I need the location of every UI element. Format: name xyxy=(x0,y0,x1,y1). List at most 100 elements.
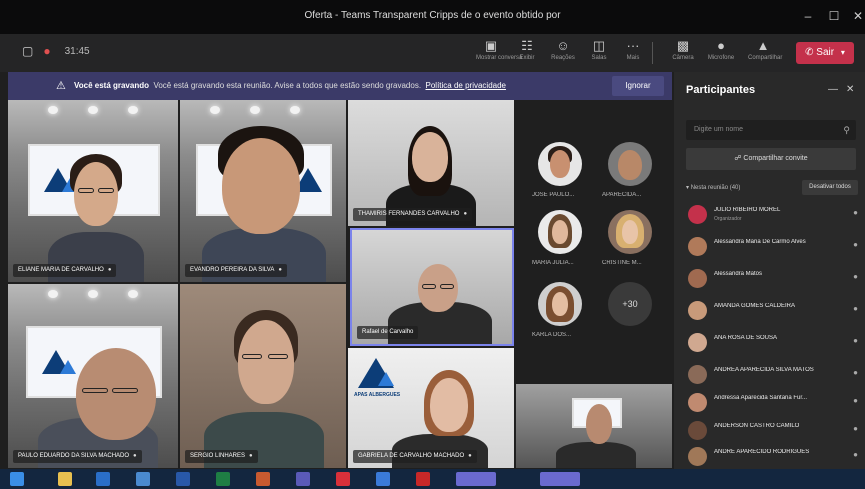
participant-name: GABRIELA DE CARVALHO MACHADO xyxy=(358,453,465,459)
participant-row[interactable]: AMANDA GOMES CALDEIRA ● xyxy=(686,298,864,324)
mic-icon: ● xyxy=(249,453,253,459)
participant-row[interactable]: ANA ROSA DE SOUSA ● xyxy=(686,330,864,356)
participant-name: Alessandra Maria De Carmo Alves xyxy=(714,239,806,245)
person-head xyxy=(74,162,118,226)
participant-name: KARLA DOS... xyxy=(532,332,572,338)
more-button[interactable]: ··· Mais xyxy=(618,38,648,68)
start-icon[interactable] xyxy=(10,472,24,486)
participant-avatar[interactable] xyxy=(538,282,582,326)
minimize-button[interactable]: – xyxy=(800,8,816,24)
share-button[interactable]: ☷ Exibir xyxy=(512,38,542,68)
screen-share-button[interactable]: ▲ Compartilhar xyxy=(748,38,782,68)
video-tile[interactable]: ELIANE MARIA DE CARVALHO ● xyxy=(8,100,178,282)
camera-button[interactable]: ▩ Câmera xyxy=(668,38,698,68)
glasses xyxy=(242,354,262,359)
participant-avatar[interactable] xyxy=(608,210,652,254)
glasses xyxy=(98,188,114,193)
person-head xyxy=(412,132,448,182)
participant-name-label: Rafael de Carvalho xyxy=(357,326,419,339)
participant-name: CRISTINE M... xyxy=(602,260,642,266)
video-tile-active-speaker[interactable]: Rafael de Carvalho xyxy=(350,228,514,346)
edge-icon[interactable] xyxy=(96,472,110,486)
section-label: Nesta reunião (40) xyxy=(690,185,741,191)
participant-row[interactable]: Alessandra Maria De Carmo Alves ● xyxy=(686,234,864,260)
window-icon[interactable]: ▢ xyxy=(22,44,33,58)
participant-name-label: SERGIO LINHARES ● xyxy=(185,450,258,463)
teams-window-icon[interactable] xyxy=(456,472,496,486)
video-tile[interactable]: APAS ALBERGUES GABRIELA DE CARVALHO MACH… xyxy=(348,348,514,468)
avatar xyxy=(688,269,707,288)
participant-avatar[interactable] xyxy=(538,210,582,254)
avatar xyxy=(688,237,707,256)
logo-icon xyxy=(60,360,76,374)
leave-button[interactable]: ✆ Sair ▾ xyxy=(796,42,854,64)
dismiss-banner-button[interactable]: Ignorar xyxy=(612,76,664,96)
participant-avatar[interactable] xyxy=(538,142,582,186)
person-head xyxy=(238,320,294,404)
people-icon: ☺ xyxy=(556,38,570,53)
ceiling-light xyxy=(88,106,98,114)
participant-name: ANDRÉ APARECIDO RODRIGUES xyxy=(714,449,810,455)
ceiling-light xyxy=(88,290,98,298)
video-tile[interactable]: EVANDRO PEREIRA DA SILVA ● xyxy=(180,100,346,282)
video-tile[interactable]: PAULO EDUARDO DA SILVA MACHADO ● xyxy=(8,284,178,468)
avatar xyxy=(688,393,707,412)
acrobat-icon[interactable] xyxy=(336,472,350,486)
powerpoint-icon[interactable] xyxy=(256,472,270,486)
reactions-button[interactable]: ☺ Reações xyxy=(548,38,578,68)
mic-icon: ● xyxy=(853,450,858,459)
rooms-label: Salas xyxy=(591,55,607,61)
participant-name: MARIA JULIA... xyxy=(532,260,574,266)
participant-name: EVANDRO PEREIRA DA SILVA xyxy=(190,267,275,273)
mute-all-button[interactable]: Desativar todos xyxy=(802,180,858,195)
meeting-timer: 31:45 xyxy=(64,45,90,57)
teams-window-icon[interactable] xyxy=(540,472,580,486)
excel-icon[interactable] xyxy=(216,472,230,486)
participant-row[interactable]: ANDRÉ APARECIDO RODRIGUES ● xyxy=(686,444,864,470)
rooms-button[interactable]: ◫ Salas xyxy=(584,38,614,68)
popout-icon[interactable]: — xyxy=(828,84,838,95)
app-icon[interactable] xyxy=(376,472,390,486)
participant-row[interactable]: JULIO RIBEIRO MOREL Organizador ● xyxy=(686,202,864,228)
participant-name: JOSÉ PAULO... xyxy=(532,192,575,198)
word-icon[interactable] xyxy=(176,472,190,486)
participant-row[interactable]: ANDERSON CASTRO CAMILO ● xyxy=(686,418,864,444)
privacy-link[interactable]: Política de privacidade xyxy=(426,81,507,90)
person-head xyxy=(552,220,568,244)
share-invite-button[interactable]: ☍ Compartilhar convite xyxy=(686,148,856,170)
participant-search-input[interactable]: Digite um nome ⚲ xyxy=(686,120,856,140)
video-tile[interactable]: SERGIO LINHARES ● xyxy=(180,284,346,468)
mic-icon: ● xyxy=(853,396,858,405)
section-header[interactable]: ▾ Nesta reunião (40) xyxy=(686,184,740,191)
mail-icon[interactable] xyxy=(136,472,150,486)
participant-row[interactable]: Andressa Aparecida Santana Fur... ● xyxy=(686,390,864,416)
teams-icon[interactable] xyxy=(296,472,310,486)
video-tile[interactable] xyxy=(516,384,672,468)
app-icon[interactable] xyxy=(416,472,430,486)
maximize-button[interactable]: ☐ xyxy=(826,8,842,24)
os-taskbar xyxy=(0,469,865,489)
close-icon[interactable]: ✕ xyxy=(846,84,854,95)
avatar xyxy=(688,301,707,320)
participants-panel: Participantes — ✕ Digite um nome ⚲ ☍ Com… xyxy=(674,72,865,469)
participant-row[interactable]: ANDREA APARECIDA SILVA MATOS ● xyxy=(686,362,864,388)
video-tile[interactable]: THAMIRIS FERNANDES CARVALHO ● xyxy=(348,100,514,226)
chevron-down-icon[interactable]: ▾ xyxy=(841,48,845,57)
close-button[interactable]: ✕ xyxy=(850,8,865,24)
banner-text: Você está gravando esta reunião. Avise a… xyxy=(153,81,422,90)
explorer-icon[interactable] xyxy=(58,472,72,486)
glasses xyxy=(78,188,94,193)
participant-name-label: THAMIRIS FERNANDES CARVALHO ● xyxy=(353,208,473,221)
more-participants-button[interactable]: +30 xyxy=(608,282,652,326)
more-label: Mais xyxy=(626,55,640,61)
mic-icon: ● xyxy=(278,267,282,273)
participant-row[interactable]: Alessandra Matos ● xyxy=(686,266,864,292)
share-icon: ☷ xyxy=(521,38,533,53)
banner-message: Você está gravando Você está gravando es… xyxy=(74,81,506,90)
ceiling-light xyxy=(48,290,58,298)
mic-button[interactable]: ● Microfone xyxy=(706,38,736,68)
phone-icon: ✆ xyxy=(805,47,814,58)
chat-button[interactable]: ▣ Mostrar conversa xyxy=(476,38,522,68)
participant-avatar[interactable] xyxy=(608,142,652,186)
avatar-grid: JOSÉ PAULO... APARECIDA... MARIA JULIA..… xyxy=(516,100,672,382)
